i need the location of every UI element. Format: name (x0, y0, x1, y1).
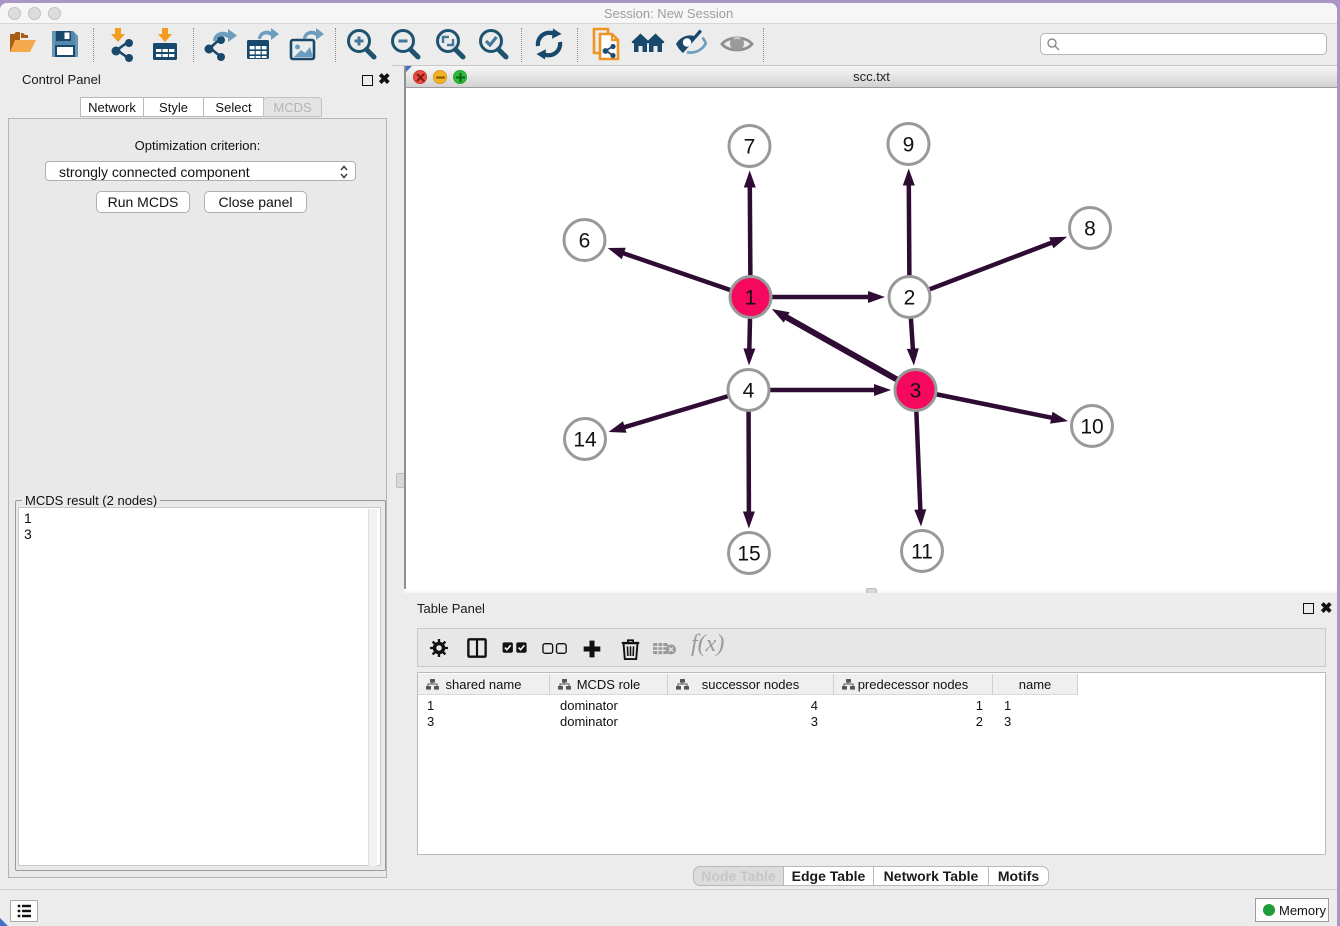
svg-text:8: 8 (1084, 218, 1096, 241)
svg-text:1: 1 (745, 287, 757, 310)
svg-text:15: 15 (737, 543, 760, 566)
svg-text:11: 11 (911, 541, 933, 564)
svg-text:3: 3 (910, 380, 922, 403)
svg-text:7: 7 (744, 136, 756, 159)
svg-text:2: 2 (904, 287, 916, 310)
svg-text:14: 14 (573, 429, 597, 452)
svg-text:9: 9 (903, 134, 915, 157)
svg-text:10: 10 (1080, 416, 1103, 439)
svg-text:6: 6 (579, 230, 591, 253)
svg-text:4: 4 (743, 380, 755, 403)
